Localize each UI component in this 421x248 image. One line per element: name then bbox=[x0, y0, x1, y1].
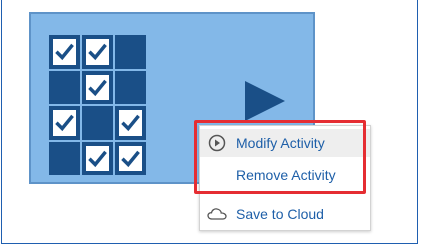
menu-item-label: Save to Cloud bbox=[236, 206, 324, 222]
grid-cell-checked bbox=[115, 106, 146, 140]
grid-cell-dark bbox=[82, 106, 113, 140]
grid-cell-checked bbox=[82, 141, 113, 175]
grid-cell-checked bbox=[49, 106, 80, 140]
menu-item-save-to-cloud[interactable]: Save to Cloud bbox=[200, 200, 370, 228]
grid-cell-dark bbox=[115, 35, 146, 69]
grid-cell-dark bbox=[115, 70, 146, 104]
grid-cell-checked bbox=[49, 35, 80, 69]
grid-cell-empty bbox=[148, 106, 179, 140]
highlight-box bbox=[194, 120, 366, 194]
play-icon[interactable] bbox=[245, 81, 285, 121]
grid-cell-checked bbox=[82, 35, 113, 69]
cloud-icon bbox=[206, 203, 228, 225]
checkbox-grid-graphic bbox=[49, 35, 179, 175]
grid-cell-empty bbox=[148, 142, 179, 176]
grid-cell-dark bbox=[49, 70, 80, 104]
grid-cell-empty bbox=[148, 35, 179, 69]
grid-cell-dark bbox=[49, 141, 80, 175]
grid-cell-checked bbox=[82, 70, 113, 104]
grid-cell-checked bbox=[115, 141, 146, 175]
grid-cell-empty bbox=[148, 71, 179, 105]
